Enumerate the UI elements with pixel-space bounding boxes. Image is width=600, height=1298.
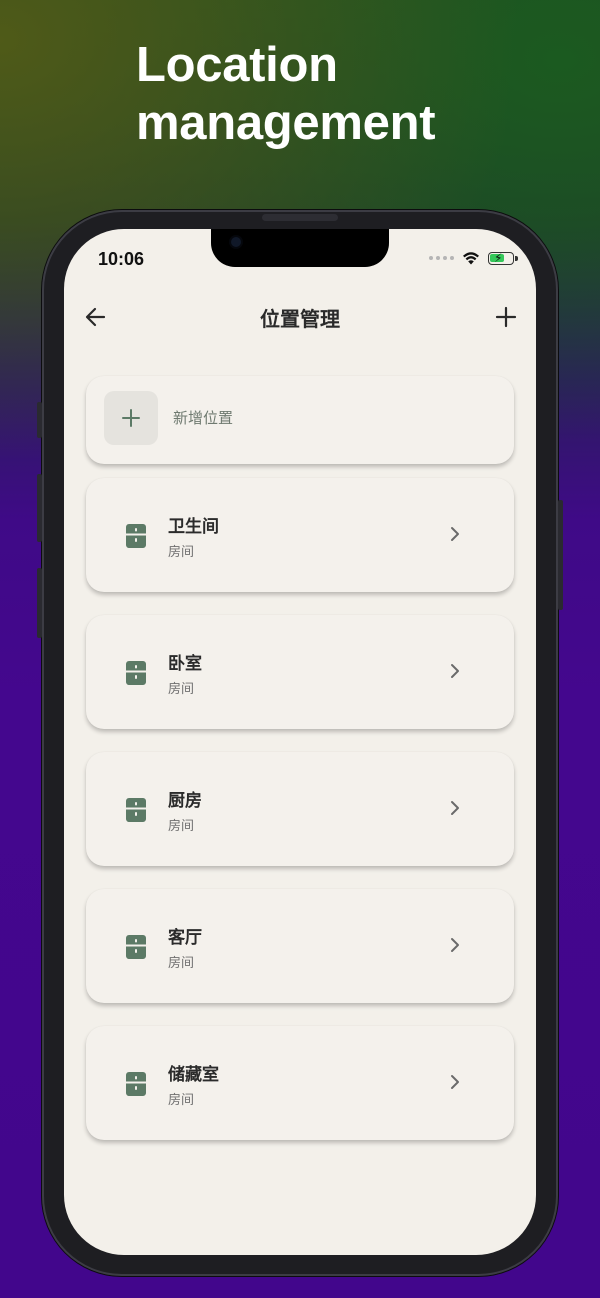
fridge-icon — [126, 798, 146, 822]
status-icons: ⚡ — [429, 251, 518, 265]
chevron-right-icon — [451, 527, 459, 541]
location-item[interactable]: 卧室 房间 — [86, 615, 514, 729]
location-type: 房间 — [168, 545, 195, 560]
chevron-right-icon — [451, 938, 459, 952]
app-screen: 10:06 ⚡ 位置管理 新增位置 卫生间 房间 卧室 房间 厨房 房间 客厅 … — [64, 229, 536, 1255]
signal-dots-icon — [429, 256, 454, 260]
fridge-icon — [126, 524, 146, 548]
location-type: 房间 — [168, 956, 195, 971]
navigation-bar: 位置管理 — [64, 299, 536, 335]
location-name: 储藏室 — [168, 1065, 219, 1085]
plus-icon — [495, 306, 517, 328]
location-name: 客厅 — [168, 928, 202, 948]
location-type: 房间 — [168, 819, 195, 834]
phone-volume-up — [37, 474, 42, 542]
promo-headline: Location management — [136, 36, 436, 152]
fridge-icon — [126, 935, 146, 959]
location-name: 卫生间 — [168, 517, 219, 537]
promo-headline-line1: Location — [136, 38, 338, 92]
fridge-icon — [126, 661, 146, 685]
page-title: 位置管理 — [260, 307, 340, 331]
add-location-card[interactable]: 新增位置 — [86, 376, 514, 464]
phone-volume-down — [37, 568, 42, 638]
location-type: 房间 — [168, 682, 195, 697]
add-location-header-button[interactable] — [492, 303, 522, 331]
chevron-right-icon — [451, 801, 459, 815]
chevron-right-icon — [451, 664, 459, 678]
location-item[interactable]: 储藏室 房间 — [86, 1026, 514, 1140]
promo-headline-line2: management — [136, 96, 436, 150]
add-location-tile — [104, 391, 158, 445]
phone-power-button — [558, 500, 563, 610]
location-item[interactable]: 客厅 房间 — [86, 889, 514, 1003]
location-name: 卧室 — [168, 654, 202, 674]
location-item[interactable]: 厨房 房间 — [86, 752, 514, 866]
location-name: 厨房 — [168, 791, 202, 811]
chevron-right-icon — [451, 1075, 459, 1089]
notch — [211, 229, 389, 267]
phone-mute-switch — [37, 402, 42, 438]
phone-speaker — [262, 214, 338, 221]
add-location-label: 新增位置 — [173, 409, 234, 427]
location-item[interactable]: 卫生间 房间 — [86, 478, 514, 592]
location-type: 房间 — [168, 1093, 195, 1108]
plus-icon — [122, 409, 140, 427]
camera-icon — [231, 237, 241, 247]
fridge-icon — [126, 1072, 146, 1096]
wifi-icon — [463, 252, 479, 265]
battery-icon: ⚡ — [488, 251, 518, 265]
status-time: 10:06 — [98, 249, 145, 269]
